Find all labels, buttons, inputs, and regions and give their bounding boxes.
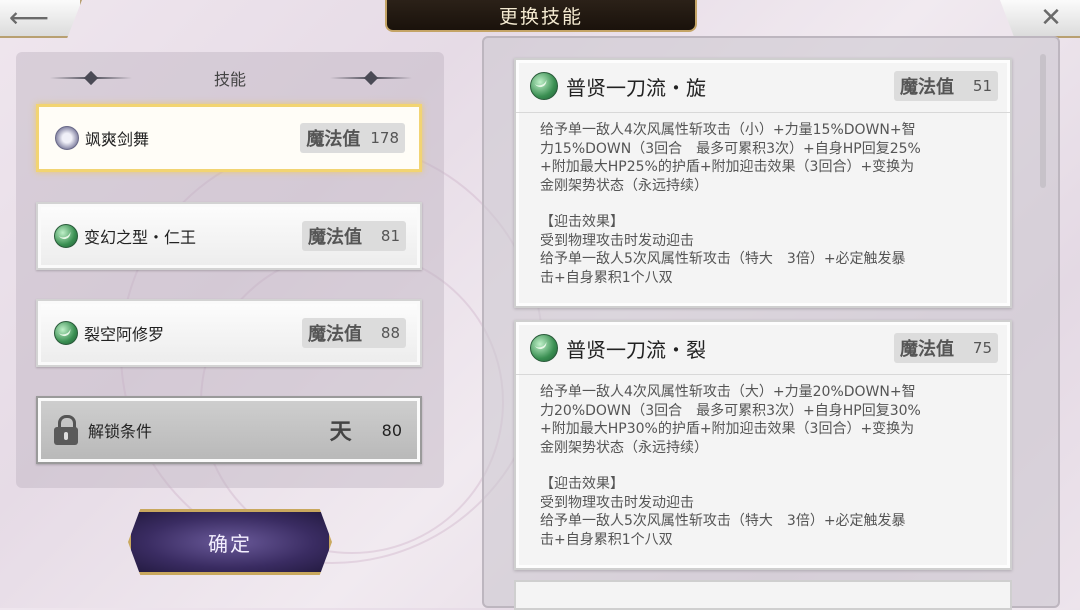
detail-description: 给予单一敌人4次风属性斩攻击（大）+力量20%DOWN+智 力20%DOWN（3…: [516, 375, 1010, 549]
skill-name: 裂空阿修罗: [84, 325, 165, 344]
mp-label: 魔法值: [306, 129, 361, 150]
mp-badge: 魔法值 75: [894, 333, 998, 363]
wind-icon: [530, 72, 558, 100]
detail-title: 普贤一刀流・旋: [566, 75, 706, 100]
mp-label: 魔法值: [900, 77, 954, 98]
detail-header: 普贤一刀流・旋 魔法值 51: [516, 60, 1010, 113]
wind-icon: [54, 224, 78, 248]
desc-line: 金刚架势状态（永远持续）: [540, 177, 708, 194]
skill-card-1[interactable]: 飒爽剑舞 魔法值 178: [36, 104, 422, 172]
unlock-condition-label: 解锁条件: [88, 422, 153, 441]
page-title: 更换技能: [385, 0, 697, 32]
desc-line: 给予单一敌人5次风属性斩攻击（特大 3倍）+必定触发暴: [540, 251, 906, 267]
desc-line: 金刚架势状态（永远持续）: [540, 439, 708, 456]
flower-icon: [55, 126, 79, 150]
mp-label: 魔法值: [900, 339, 954, 360]
mp-label: 魔法值: [308, 324, 362, 345]
unlock-value: 80: [381, 420, 402, 440]
desc-line: 受到物理攻击时发动迎击: [540, 494, 694, 511]
section-ornament-left: [50, 77, 132, 79]
detail-scrollbar[interactable]: [1040, 54, 1046, 188]
mp-badge: 魔法值 88: [302, 318, 406, 348]
locked-skill-card[interactable]: 解锁条件 天 80: [36, 396, 422, 464]
detail-description: 给予单一敌人4次风属性斩攻击（小）+力量15%DOWN+智 力15%DOWN（3…: [516, 113, 1010, 287]
desc-line: 力20%DOWN（3回合 最多可累积3次）+自身HP回复30%: [540, 402, 921, 419]
detail-header: 普贤一刀流・裂 魔法值 75: [516, 322, 1010, 375]
mp-badge: 魔法值 51: [894, 71, 998, 101]
desc-line: 击+自身累积1个八双: [540, 531, 673, 548]
desc-line: 给予单一敌人5次风属性斩攻击（特大 3倍）+必定触发暴: [540, 513, 906, 529]
section-label: 技能: [213, 70, 246, 89]
mp-value: 81: [380, 227, 400, 245]
close-button[interactable]: ✕: [1000, 0, 1080, 38]
mp-value: 178: [370, 129, 399, 147]
counter-heading: 【迎击效果】: [540, 476, 624, 492]
back-button[interactable]: ⟵: [0, 0, 82, 38]
desc-line: 击+自身累积1个八双: [540, 269, 673, 286]
skill-name: 变幻之型・仁王: [84, 228, 197, 247]
mp-badge: 魔法值 81: [302, 221, 406, 251]
mp-label: 魔法值: [308, 227, 362, 248]
desc-line: 受到物理攻击时发动迎击: [540, 232, 694, 249]
detail-title: 普贤一刀流・裂: [566, 337, 706, 362]
wind-icon: [530, 334, 558, 362]
mp-value: 88: [380, 324, 400, 342]
back-arrow-icon: ⟵: [8, 1, 50, 34]
wind-icon: [54, 321, 78, 345]
skill-name: 飒爽剑舞: [85, 130, 150, 149]
counter-heading: 【迎击效果】: [540, 214, 624, 230]
lock-icon: [54, 415, 78, 445]
section-ornament-right: [330, 77, 412, 79]
close-icon: ✕: [1040, 3, 1062, 33]
confirm-button[interactable]: 确定: [128, 509, 332, 575]
desc-line: +附加最大HP25%的护盾+附加迎击效果（3回合）+变换为: [540, 159, 915, 175]
skill-card-2[interactable]: 变幻之型・仁王 魔法值 81: [36, 202, 422, 270]
desc-line: 力15%DOWN（3回合 最多可累积3次）+自身HP回复25%: [540, 140, 921, 157]
mp-value: 75: [972, 339, 992, 357]
skill-detail-card-2: 普贤一刀流・裂 魔法值 75 给予单一敌人4次风属性斩攻击（大）+力量20%DO…: [514, 320, 1012, 570]
skill-card-3[interactable]: 裂空阿修罗 魔法值 88: [36, 299, 422, 367]
desc-line: +附加最大HP30%的护盾+附加迎击效果（3回合）+变换为: [540, 421, 915, 437]
skill-detail-card-1: 普贤一刀流・旋 魔法值 51 给予单一敌人4次风属性斩攻击（小）+力量15%DO…: [514, 58, 1012, 308]
unlock-symbol: 天: [329, 420, 352, 445]
desc-line: 给予单一敌人4次风属性斩攻击（大）+力量20%DOWN+智: [540, 384, 916, 400]
skill-detail-card-3: [514, 580, 1012, 610]
mp-badge: 魔法值 178: [300, 123, 405, 153]
desc-line: 给予单一敌人4次风属性斩攻击（小）+力量15%DOWN+智: [540, 122, 916, 138]
mp-value: 51: [972, 77, 992, 95]
